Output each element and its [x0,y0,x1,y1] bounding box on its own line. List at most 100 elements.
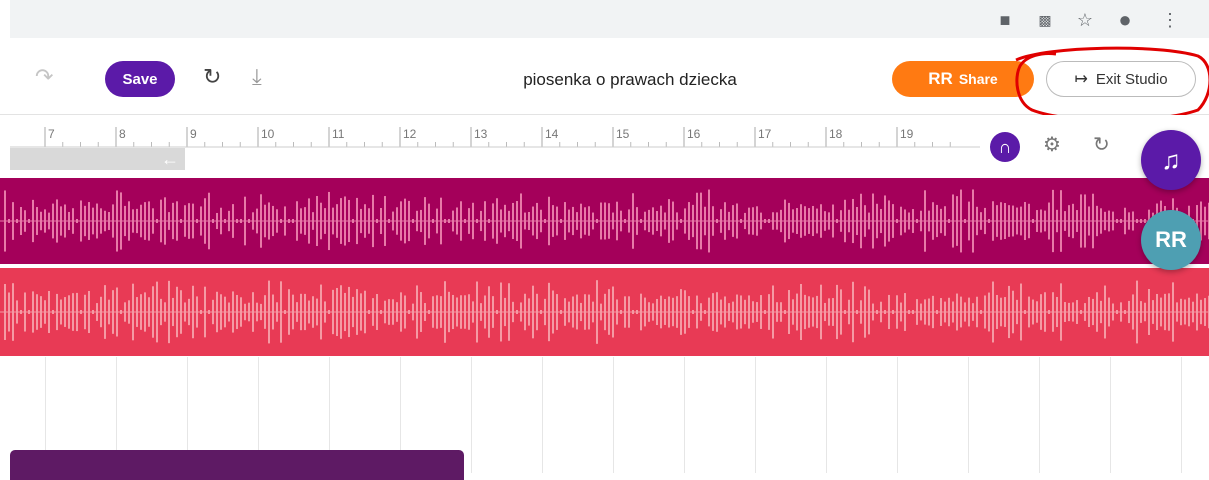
waveform-bar [960,296,962,328]
waveform-bar [588,206,590,236]
waveform-bar [240,297,242,327]
waveform-bar [656,298,658,326]
waveform-bar [420,209,422,233]
waveform-bar [928,210,930,232]
waveform-bar [752,301,754,323]
waveform-bar [52,310,54,314]
waveform-bar [20,206,22,236]
download-icon[interactable]: ⤓ [252,64,262,90]
waveform-bar [644,297,646,327]
waveform-bar [1128,300,1130,324]
waveform-bar [748,295,750,329]
audio-clip[interactable] [10,450,464,480]
waveform-bar [948,219,950,223]
waveform-bar [264,295,266,329]
waveform-bar [440,197,442,245]
waveform-bar [576,294,578,330]
waveform-bar [796,208,798,234]
star-icon[interactable]: ☆ [1073,8,1097,32]
waveform-bar [956,293,958,331]
waveform-bar [928,298,930,326]
waveform-bar [4,284,6,340]
waveform-bar [88,202,90,240]
waveform-bar [396,302,398,322]
waveform-bar [324,301,326,323]
undo-history-icon[interactable]: ↻ [203,64,221,90]
waveform-bar [1164,293,1166,331]
waveform-bar [72,208,74,234]
profile-icon[interactable]: ● [1113,7,1137,32]
waveform-bar [1204,298,1206,326]
more-vert-icon[interactable]: ⋮ [1158,8,1182,32]
grid-line [613,357,614,473]
waveform-bar [816,295,818,329]
waveform-bar [1080,310,1082,314]
waveform-bar [192,203,194,239]
waveform-bar [432,219,434,223]
waveform-bar [152,286,154,338]
waveform-bar [1076,210,1078,232]
waveform-bar [412,219,414,223]
waveform-bar [1124,207,1126,235]
waveform-bar [984,207,986,235]
waveform-bar [748,207,750,235]
waveform-bar [1140,301,1142,323]
waveform-bar [848,299,850,325]
waveform-bar [960,189,962,253]
ruler-tick-label: 11 [332,127,345,141]
waveform-bar [688,296,690,328]
waveform-bar [464,295,466,329]
waveform-bar [76,292,78,332]
music-note-icon[interactable]: ♫ [1141,130,1201,190]
audio-track-1[interactable] [0,178,1209,264]
waveform-bar [348,199,350,243]
waveform-bar [100,296,102,328]
waveform-bar [108,299,110,325]
waveform-bar [340,285,342,339]
save-button[interactable]: Save [105,61,175,97]
waveform-bar [176,201,178,241]
waveform-bar [548,196,550,246]
waveform-bar [144,292,146,332]
waveform-bar [704,310,706,314]
waveform-bar [908,212,910,230]
waveform-bar [916,299,918,325]
waveform-bar [68,211,70,231]
metronome-icon[interactable]: ∩ [990,132,1020,162]
waveform-bar [652,207,654,235]
waveform-bar [800,204,802,238]
waveform-bar [1108,210,1110,232]
waveform-bar [696,295,698,329]
loop-icon[interactable]: ↻ [1093,132,1110,157]
waveform-bar [708,189,710,253]
waveform-bar [572,206,574,236]
browser-toolbar: ■ ▩ ☆ ● ⋮ [0,0,1209,44]
collab-fab-icon[interactable]: RR [1141,210,1201,270]
camera-icon[interactable]: ■ [993,8,1017,32]
waveform-bar [1040,294,1042,330]
waveform-bar [696,192,698,250]
translate-icon[interactable]: ▩ [1033,8,1057,32]
arrow-left-icon: ← [161,149,179,169]
waveform-bar [384,300,386,324]
waveform-bar [1052,292,1054,332]
settings-icon[interactable]: ⚙ [1043,132,1061,157]
waveform-bar [612,286,614,338]
waveform-bar [356,289,358,335]
audio-track-2[interactable] [0,268,1209,356]
waveform-bar [536,202,538,240]
waveform-bar [160,298,162,326]
waveform-bar [1012,205,1014,237]
waveform-bar [1156,293,1158,331]
ruler-tick-label: 19 [900,127,914,141]
waveform-bar [896,295,898,329]
timeline-scrollbar[interactable]: ← [10,148,185,170]
waveform-bar [948,297,950,327]
browser-address-strip [10,0,1209,38]
waveform-bar [704,206,706,236]
waveform-bar [868,212,870,230]
waveform-bar [1092,193,1094,249]
waveform-bar [620,210,622,232]
redo-icon[interactable]: ↷ [35,64,53,90]
waveform-bar [484,201,486,241]
